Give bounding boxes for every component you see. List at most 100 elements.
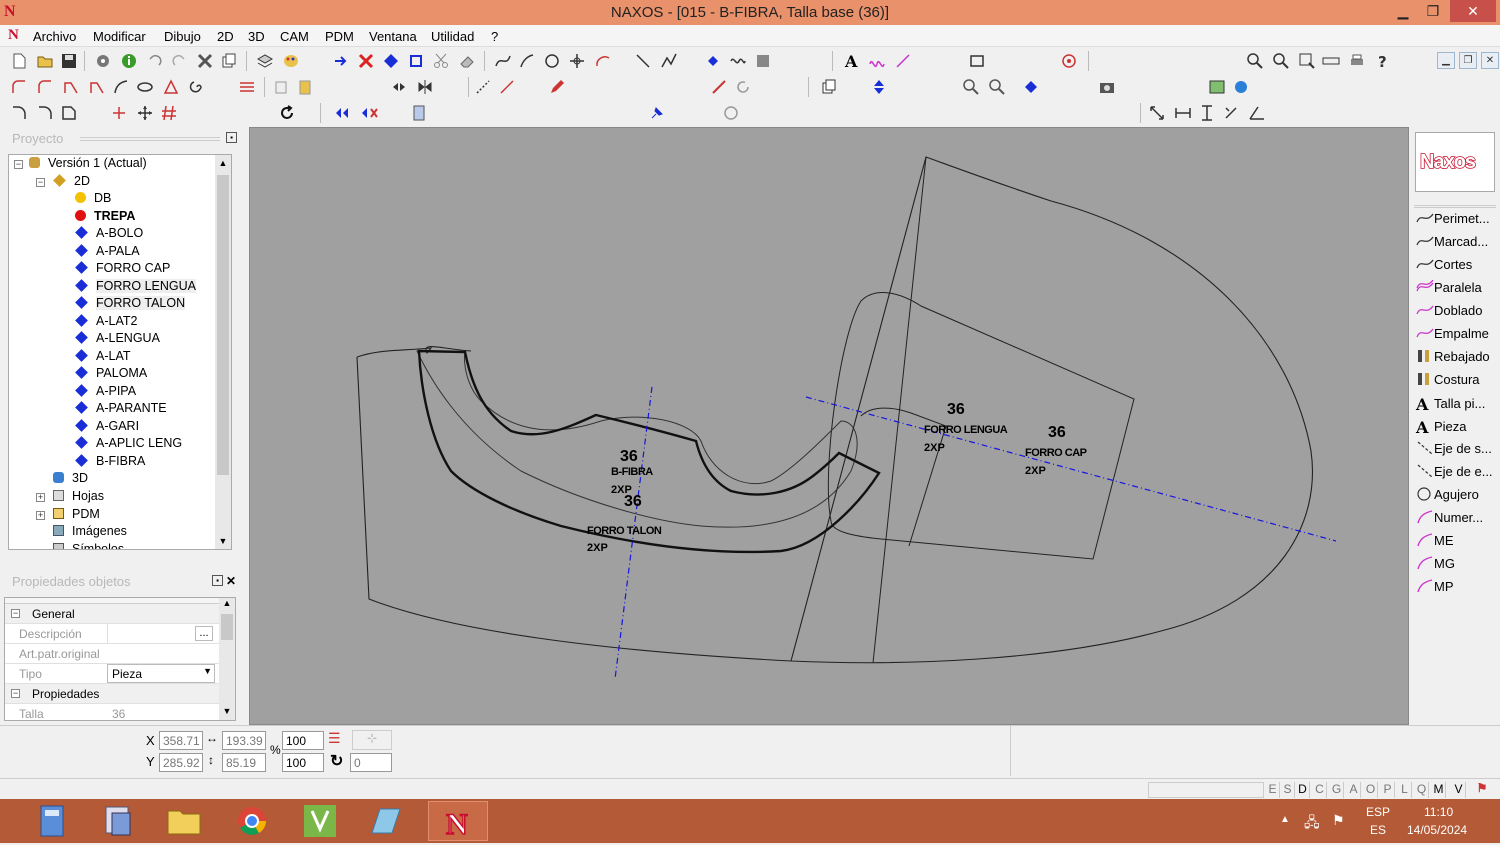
dimension-diagonal-icon[interactable] bbox=[1148, 104, 1166, 122]
minimize-button[interactable]: ▁ bbox=[1388, 0, 1418, 22]
document-blue-icon[interactable] bbox=[410, 104, 428, 122]
tool-me[interactable]: ME bbox=[1416, 533, 1454, 553]
picture-icon[interactable] bbox=[1208, 78, 1226, 96]
arc-icon[interactable] bbox=[594, 52, 612, 70]
group-propiedades[interactable]: − Propiedades bbox=[5, 684, 219, 704]
tool-doblado[interactable]: Doblado bbox=[1416, 303, 1482, 323]
tray-expand-icon[interactable]: ▲ bbox=[1280, 814, 1290, 825]
double-arrow-icon[interactable] bbox=[334, 104, 352, 122]
expander-hojas[interactable]: + bbox=[36, 493, 45, 502]
search-icon[interactable] bbox=[962, 78, 980, 96]
document-icon[interactable]: N bbox=[8, 27, 19, 44]
page-shape-icon[interactable] bbox=[60, 104, 78, 122]
tree-item-trepa[interactable]: TREPA bbox=[75, 209, 135, 226]
scale-x-field[interactable]: 100 bbox=[282, 731, 324, 750]
ruler-icon[interactable] bbox=[1322, 52, 1340, 70]
menu-3d[interactable]: 3D bbox=[248, 29, 265, 44]
layers-icon[interactable] bbox=[256, 52, 274, 70]
delete-x-icon[interactable] bbox=[196, 52, 214, 70]
expander-propiedades[interactable]: − bbox=[11, 689, 20, 698]
status-s[interactable]: S bbox=[1281, 782, 1295, 798]
tool-costura[interactable]: Costura bbox=[1416, 372, 1480, 392]
target-icon[interactable] bbox=[1060, 52, 1078, 70]
descripcion-browse-button[interactable]: ... bbox=[195, 626, 213, 641]
red-x-icon[interactable] bbox=[357, 52, 375, 70]
arc-tool-1-icon[interactable] bbox=[10, 78, 28, 96]
scissors-icon[interactable] bbox=[432, 52, 450, 70]
curve-icon[interactable] bbox=[518, 52, 536, 70]
tree-item-piece[interactable]: FORRO CAP bbox=[75, 261, 170, 278]
refresh-icon[interactable] bbox=[278, 104, 296, 122]
zoom-in-icon[interactable] bbox=[1246, 52, 1264, 70]
node-diamond-icon[interactable] bbox=[382, 52, 400, 70]
corner-tool-2-icon[interactable] bbox=[36, 104, 54, 122]
expander-pdm[interactable]: + bbox=[36, 511, 45, 520]
eraser-icon[interactable] bbox=[458, 52, 476, 70]
new-file-icon[interactable] bbox=[10, 52, 28, 70]
tool-empalme[interactable]: Empalme bbox=[1416, 326, 1489, 346]
tree-item-version[interactable]: Versión 1 (Actual) bbox=[29, 156, 147, 173]
tipo-select[interactable]: Pieza ▼ bbox=[107, 664, 215, 683]
tree-item-imagenes[interactable]: Imágenes bbox=[53, 524, 127, 541]
menu-2d[interactable]: 2D bbox=[217, 29, 234, 44]
tool-marcado[interactable]: Marcad... bbox=[1416, 234, 1488, 254]
mdi-close-button[interactable]: ✕ bbox=[1481, 52, 1499, 69]
tree-item-piece[interactable]: PALOMA bbox=[75, 366, 147, 383]
props-pin-button[interactable]: ▪ bbox=[212, 575, 223, 586]
menu-cam[interactable]: CAM bbox=[280, 29, 309, 44]
pin-icon[interactable] bbox=[648, 104, 666, 122]
tree-item-3d[interactable]: 3D bbox=[53, 471, 88, 488]
tool-cortes[interactable]: Cortes bbox=[1416, 257, 1472, 277]
keyboard-layout[interactable]: ES bbox=[1370, 823, 1386, 837]
width-field[interactable]: 193.39 bbox=[222, 731, 266, 750]
status-m[interactable]: M bbox=[1432, 782, 1446, 798]
expander-root[interactable]: − bbox=[14, 160, 23, 169]
status-a[interactable]: A bbox=[1347, 782, 1361, 798]
drawing-canvas[interactable]: 36 B-FIBRA 2XP 36 FORRO TALON 2XP 36 FOR… bbox=[249, 127, 1409, 725]
text-icon[interactable]: A bbox=[842, 52, 860, 71]
maximize-button[interactable]: ❐ bbox=[1418, 0, 1448, 22]
up-down-arrows-icon[interactable] bbox=[870, 78, 888, 96]
grid-snap-button[interactable]: ⊹ bbox=[352, 730, 392, 750]
help-icon[interactable]: ? bbox=[1374, 52, 1392, 71]
panel-pin-button[interactable]: ▪ bbox=[226, 132, 237, 143]
taskbar-chrome-icon[interactable] bbox=[222, 801, 282, 841]
pencil-icon[interactable] bbox=[548, 78, 566, 96]
tool-rebajado[interactable]: Rebajado bbox=[1416, 349, 1490, 369]
settings-gear-icon[interactable] bbox=[94, 52, 112, 70]
scale-y-field[interactable]: 100 bbox=[282, 753, 324, 772]
clock-time[interactable]: 11:10 bbox=[1424, 805, 1453, 819]
tool-eje-escalado[interactable]: Eje de e... bbox=[1416, 464, 1493, 484]
taskbar-app-green-icon[interactable] bbox=[290, 801, 350, 841]
dashed-line-icon[interactable] bbox=[474, 78, 492, 96]
dimension-horizontal-icon[interactable] bbox=[1174, 104, 1192, 122]
tool-numeracion[interactable]: Numer... bbox=[1416, 510, 1483, 530]
duplicate-icon[interactable] bbox=[272, 78, 290, 96]
taskbar-folder-icon[interactable] bbox=[154, 801, 214, 841]
dimension-radius-icon[interactable] bbox=[1222, 104, 1240, 122]
network-icon[interactable]: 🖧 bbox=[1304, 812, 1320, 836]
tool-agujero[interactable]: Agujero bbox=[1416, 487, 1479, 507]
info-icon[interactable] bbox=[120, 52, 138, 70]
tree-item-piece[interactable]: B-FIBRA bbox=[75, 454, 145, 471]
circle-icon[interactable] bbox=[543, 52, 561, 70]
tool-talla-pieza[interactable]: A Talla pi... bbox=[1416, 395, 1485, 415]
polyline-icon[interactable] bbox=[660, 52, 678, 70]
dimension-angle-icon[interactable] bbox=[1248, 104, 1266, 122]
double-arrow-red-icon[interactable] bbox=[360, 104, 378, 122]
camera-icon[interactable] bbox=[1098, 78, 1116, 96]
dimension-vertical-icon[interactable] bbox=[1198, 104, 1216, 122]
hash-icon[interactable] bbox=[160, 104, 178, 122]
color-palette-icon[interactable] bbox=[282, 52, 300, 70]
paste-icon[interactable] bbox=[296, 78, 314, 96]
scroll-up-icon[interactable]: ▲ bbox=[215, 155, 231, 171]
expander-general[interactable]: − bbox=[11, 609, 20, 618]
scroll-up-icon[interactable]: ▲ bbox=[219, 598, 235, 612]
spline-icon[interactable] bbox=[494, 52, 512, 70]
align-icon[interactable] bbox=[390, 78, 408, 96]
height-field[interactable]: 85.19 bbox=[222, 753, 266, 772]
status-flag-icon[interactable]: ⚑ bbox=[1470, 781, 1494, 798]
tree-item-piece[interactable]: A-BOLO bbox=[75, 226, 143, 243]
arc-tool-5-icon[interactable] bbox=[112, 78, 130, 96]
tree-item-piece[interactable]: A-GARI bbox=[75, 419, 139, 436]
